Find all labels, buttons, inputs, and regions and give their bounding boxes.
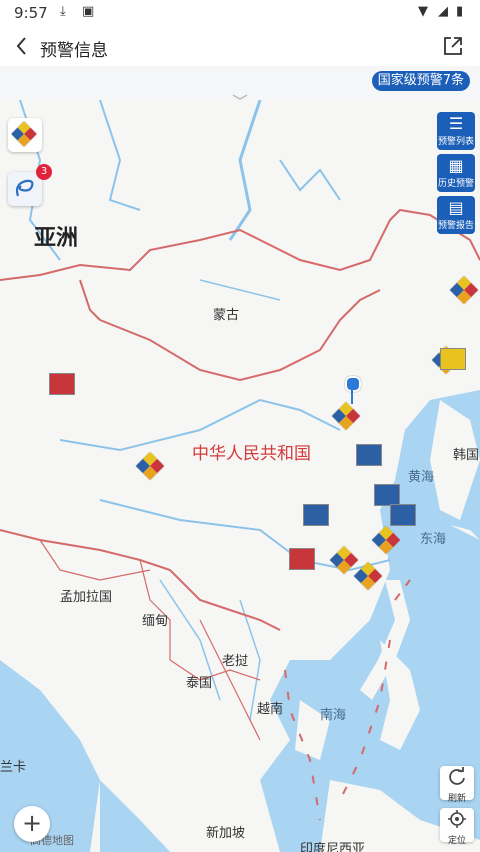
status-bar: 9:57 ⤓ ▣ ▼ ◢ ▮ [0, 0, 480, 26]
label-vietnam: 越南 [257, 702, 284, 717]
history-warning-label: 历史预警 [437, 179, 474, 189]
warning-list-button[interactable]: ☰ 预警列表 [437, 112, 475, 150]
warning-diamond-icon [11, 121, 37, 147]
label-east-sea: 东海 [420, 532, 447, 547]
label-mongolia: 蒙古 [213, 308, 240, 323]
warning-marker-square[interactable] [289, 548, 315, 570]
warning-list-label: 预警列表 [437, 137, 474, 147]
download-icon: ⤓ [60, 4, 66, 19]
label-korea: 韩国 [453, 448, 480, 463]
signal-icon: ◢ [438, 4, 448, 19]
share-icon [444, 37, 462, 55]
label-bangladesh: 孟加拉国 [60, 590, 113, 605]
label-yellow-sea: 黄海 [408, 470, 435, 485]
list-icon: ☰ [448, 114, 464, 133]
refresh-icon [449, 767, 465, 785]
warning-legend-button[interactable] [8, 118, 42, 152]
label-china: 中华人民共和国 [192, 444, 311, 464]
locate-label: 定位 [447, 836, 466, 846]
label-south-sea: 南海 [320, 708, 347, 723]
warning-banner: 国家级预警7条 [0, 66, 480, 100]
history-warning-button[interactable]: ▦ 历史预警 [437, 154, 475, 192]
location-pin-icon [345, 376, 361, 392]
warning-marker-square[interactable] [49, 373, 75, 395]
chevron-left-icon [16, 37, 26, 55]
app-notification-icon: ▣ [82, 4, 95, 19]
warning-marker-square[interactable] [390, 504, 416, 526]
label-laos: 老挝 [222, 654, 249, 669]
warning-marker-square[interactable] [374, 484, 400, 506]
back-button[interactable] [10, 32, 34, 60]
share-button[interactable] [442, 35, 464, 57]
zoom-in-button[interactable]: + [14, 806, 50, 842]
warning-marker-square[interactable] [303, 504, 329, 526]
report-icon: ▤ [448, 198, 464, 217]
label-srilanka: 兰卡 [0, 760, 27, 775]
locate-button[interactable]: 定位 [440, 808, 474, 846]
wifi-icon: ▼ [418, 4, 428, 19]
warning-report-label: 预警报告 [437, 221, 474, 231]
calendar-icon: ▦ [448, 156, 464, 175]
national-warnings-chip[interactable]: 国家级预警7条 [371, 71, 470, 91]
status-time: 9:57 [14, 4, 48, 22]
label-indonesia: 印度尼西亚 [300, 842, 366, 852]
battery-icon: ▮ [456, 4, 464, 19]
label-singapore: 新加坡 [206, 826, 246, 841]
refresh-label: 刷新 [447, 794, 466, 804]
page-title: 预警信息 [40, 41, 108, 61]
refresh-button[interactable]: 刷新 [440, 766, 474, 804]
warning-report-button[interactable]: ▤ 预警报告 [437, 196, 475, 234]
typhoon-count-badge: 3 [36, 164, 52, 180]
locate-icon [448, 810, 466, 828]
location-pin-stem [351, 390, 353, 404]
app-header: 预警信息 [0, 26, 480, 66]
label-myanmar: 缅甸 [142, 614, 169, 629]
label-thailand: 泰国 [186, 676, 213, 691]
label-asia: 亚洲 [34, 226, 79, 251]
warning-marker-square[interactable] [356, 444, 382, 466]
map-view[interactable]: 亚洲 蒙古 中华人民共和国 黄海 韩国 东海 孟加拉国 缅甸 老挝 泰国 越南 … [0, 100, 480, 852]
warning-marker-square[interactable] [440, 348, 466, 370]
